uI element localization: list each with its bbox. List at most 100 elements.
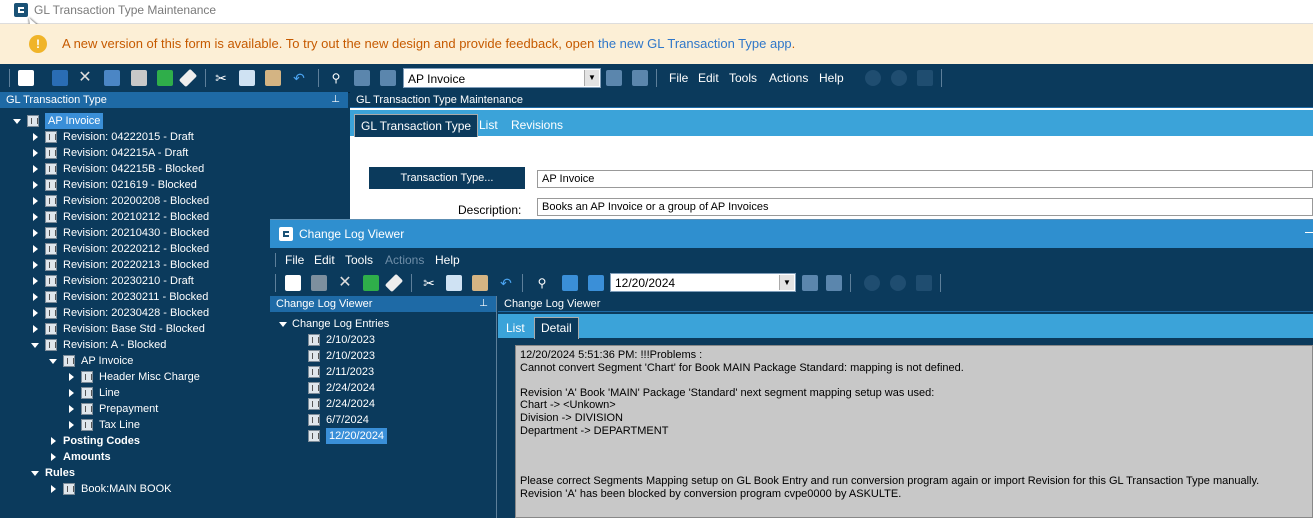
expand-toggle-icon[interactable] [33, 133, 38, 141]
tree-node-label: Revision: 042215A - Draft [63, 147, 189, 159]
toolbar-separator [275, 274, 276, 292]
chevron-down-icon[interactable]: ▼ [779, 275, 794, 290]
clv-menu-edit[interactable]: Edit [314, 253, 335, 267]
tab-revisions[interactable]: Revisions [505, 114, 569, 136]
tree-node-label: Tax Line [99, 419, 140, 431]
paste-icon[interactable] [472, 275, 488, 291]
expand-toggle-icon[interactable] [33, 293, 38, 301]
tab-list[interactable]: List [473, 114, 504, 136]
book-icon [308, 350, 320, 362]
first-record-icon[interactable] [354, 70, 370, 86]
tab-gl-transaction-type[interactable]: GL Transaction Type [354, 114, 479, 137]
expand-toggle-icon[interactable] [69, 405, 74, 413]
chevron-down-icon[interactable]: ▼ [584, 70, 599, 86]
collapse-toggle-icon[interactable] [49, 359, 57, 364]
binoculars-icon[interactable]: ⚲ [328, 70, 344, 86]
new-icon[interactable] [18, 70, 34, 86]
expand-toggle-icon[interactable] [33, 309, 38, 317]
new-icon[interactable] [285, 275, 301, 291]
transaction-type-field[interactable]: AP Invoice [537, 170, 1313, 188]
copy-icon[interactable] [446, 275, 462, 291]
paste-icon[interactable] [265, 70, 281, 86]
expand-toggle-icon[interactable] [33, 277, 38, 285]
change-log-date-combo[interactable]: 12/20/2024 ▼ [610, 273, 796, 292]
tree-node-label: Revision: 20230428 - Blocked [63, 307, 210, 319]
clv-menu-file[interactable]: File [285, 253, 304, 267]
last-record-icon[interactable] [632, 70, 648, 86]
change-log-entry-label: 2/10/2023 [326, 334, 375, 346]
refresh-icon[interactable] [363, 275, 379, 291]
window-title: GL Transaction Type Maintenance [34, 3, 217, 17]
expand-toggle-icon[interactable] [33, 229, 38, 237]
eraser-icon[interactable] [178, 68, 198, 88]
expand-toggle-icon[interactable] [33, 165, 38, 173]
clv-right-header: Change Log Viewer [498, 296, 1313, 312]
clv-menu-tools[interactable]: Tools [345, 253, 373, 267]
copy-icon[interactable] [239, 70, 255, 86]
expand-toggle-icon[interactable] [69, 421, 74, 429]
book-open-icon[interactable] [104, 70, 120, 86]
expand-toggle-icon[interactable] [51, 485, 56, 493]
collapse-toggle-icon[interactable] [13, 119, 21, 124]
collapse-toggle-icon[interactable] [31, 471, 39, 476]
change-log-entry-label: 2/11/2023 [326, 366, 375, 378]
expand-toggle-icon[interactable] [69, 373, 74, 381]
menu-actions[interactable]: Actions [769, 71, 808, 85]
expand-toggle-icon[interactable] [33, 261, 38, 269]
pin-icon[interactable]: ⊥ [331, 92, 340, 108]
tree-node-label: Revision: 20210212 - Blocked [63, 211, 210, 223]
expand-toggle-icon[interactable] [33, 213, 38, 221]
previous-record-icon[interactable] [380, 70, 396, 86]
book-icon [81, 403, 93, 415]
tree-node-label: Revision: Base Std - Blocked [63, 323, 205, 335]
expand-toggle-icon[interactable] [33, 149, 38, 157]
book-icon [27, 115, 39, 127]
pin-icon[interactable]: ⊥ [479, 296, 488, 312]
eraser-icon[interactable] [384, 273, 404, 293]
change-log-detail-text[interactable]: 12/20/2024 5:51:36 PM: !!!Problems : Cann… [515, 345, 1313, 518]
book-icon [45, 291, 57, 303]
transaction-type-button[interactable]: Transaction Type... [369, 167, 525, 189]
expand-toggle-icon[interactable] [33, 325, 38, 333]
clv-menu-help[interactable]: Help [435, 253, 460, 267]
cut-icon[interactable]: ✂ [213, 70, 229, 86]
previous-record-icon[interactable] [588, 275, 604, 291]
expand-toggle-icon[interactable] [51, 453, 56, 461]
change-log-entry-label: 6/7/2024 [326, 414, 369, 426]
main-title-bar: GL Transaction Type Maintenance [0, 0, 1313, 24]
menu-tools[interactable]: Tools [729, 71, 757, 85]
expand-toggle-icon[interactable] [279, 322, 287, 327]
last-record-icon [826, 275, 842, 291]
transaction-type-combo[interactable]: AP Invoice ▼ [403, 68, 601, 88]
minimize-icon[interactable] [1305, 232, 1313, 233]
binoculars-icon[interactable]: ⚲ [534, 275, 550, 291]
undo-icon[interactable]: ↶ [498, 275, 514, 291]
expand-toggle-icon[interactable] [33, 197, 38, 205]
book-icon [45, 195, 57, 207]
print-icon[interactable] [131, 70, 147, 86]
undo-icon[interactable]: ↶ [291, 70, 307, 86]
expand-toggle-icon[interactable] [51, 437, 56, 445]
delete-icon[interactable]: ✕ [77, 70, 93, 86]
right-panel-title: GL Transaction Type Maintenance [356, 94, 523, 106]
save-icon[interactable] [52, 70, 68, 86]
collapse-toggle-icon[interactable] [31, 343, 39, 348]
next-record-icon[interactable] [606, 70, 622, 86]
expand-toggle-icon[interactable] [33, 245, 38, 253]
menu-edit[interactable]: Edit [698, 71, 719, 85]
refresh-icon[interactable] [157, 70, 173, 86]
change-log-root[interactable]: Change Log Entries [270, 316, 496, 332]
book-icon [81, 387, 93, 399]
first-record-icon[interactable] [562, 275, 578, 291]
log-line: Revision 'A' has been blocked by convers… [520, 487, 902, 500]
tab-detail[interactable]: Detail [534, 317, 579, 339]
new-app-link[interactable]: the new GL Transaction Type app [598, 36, 792, 51]
expand-toggle-icon[interactable] [69, 389, 74, 397]
menu-help[interactable]: Help [819, 71, 844, 85]
menu-file[interactable]: File [669, 71, 688, 85]
book-icon [45, 179, 57, 191]
tab-list[interactable]: List [500, 318, 531, 338]
expand-toggle-icon[interactable] [33, 181, 38, 189]
cut-icon[interactable]: ✂ [421, 275, 437, 291]
description-field[interactable]: Books an AP Invoice or a group of AP Inv… [537, 198, 1313, 216]
